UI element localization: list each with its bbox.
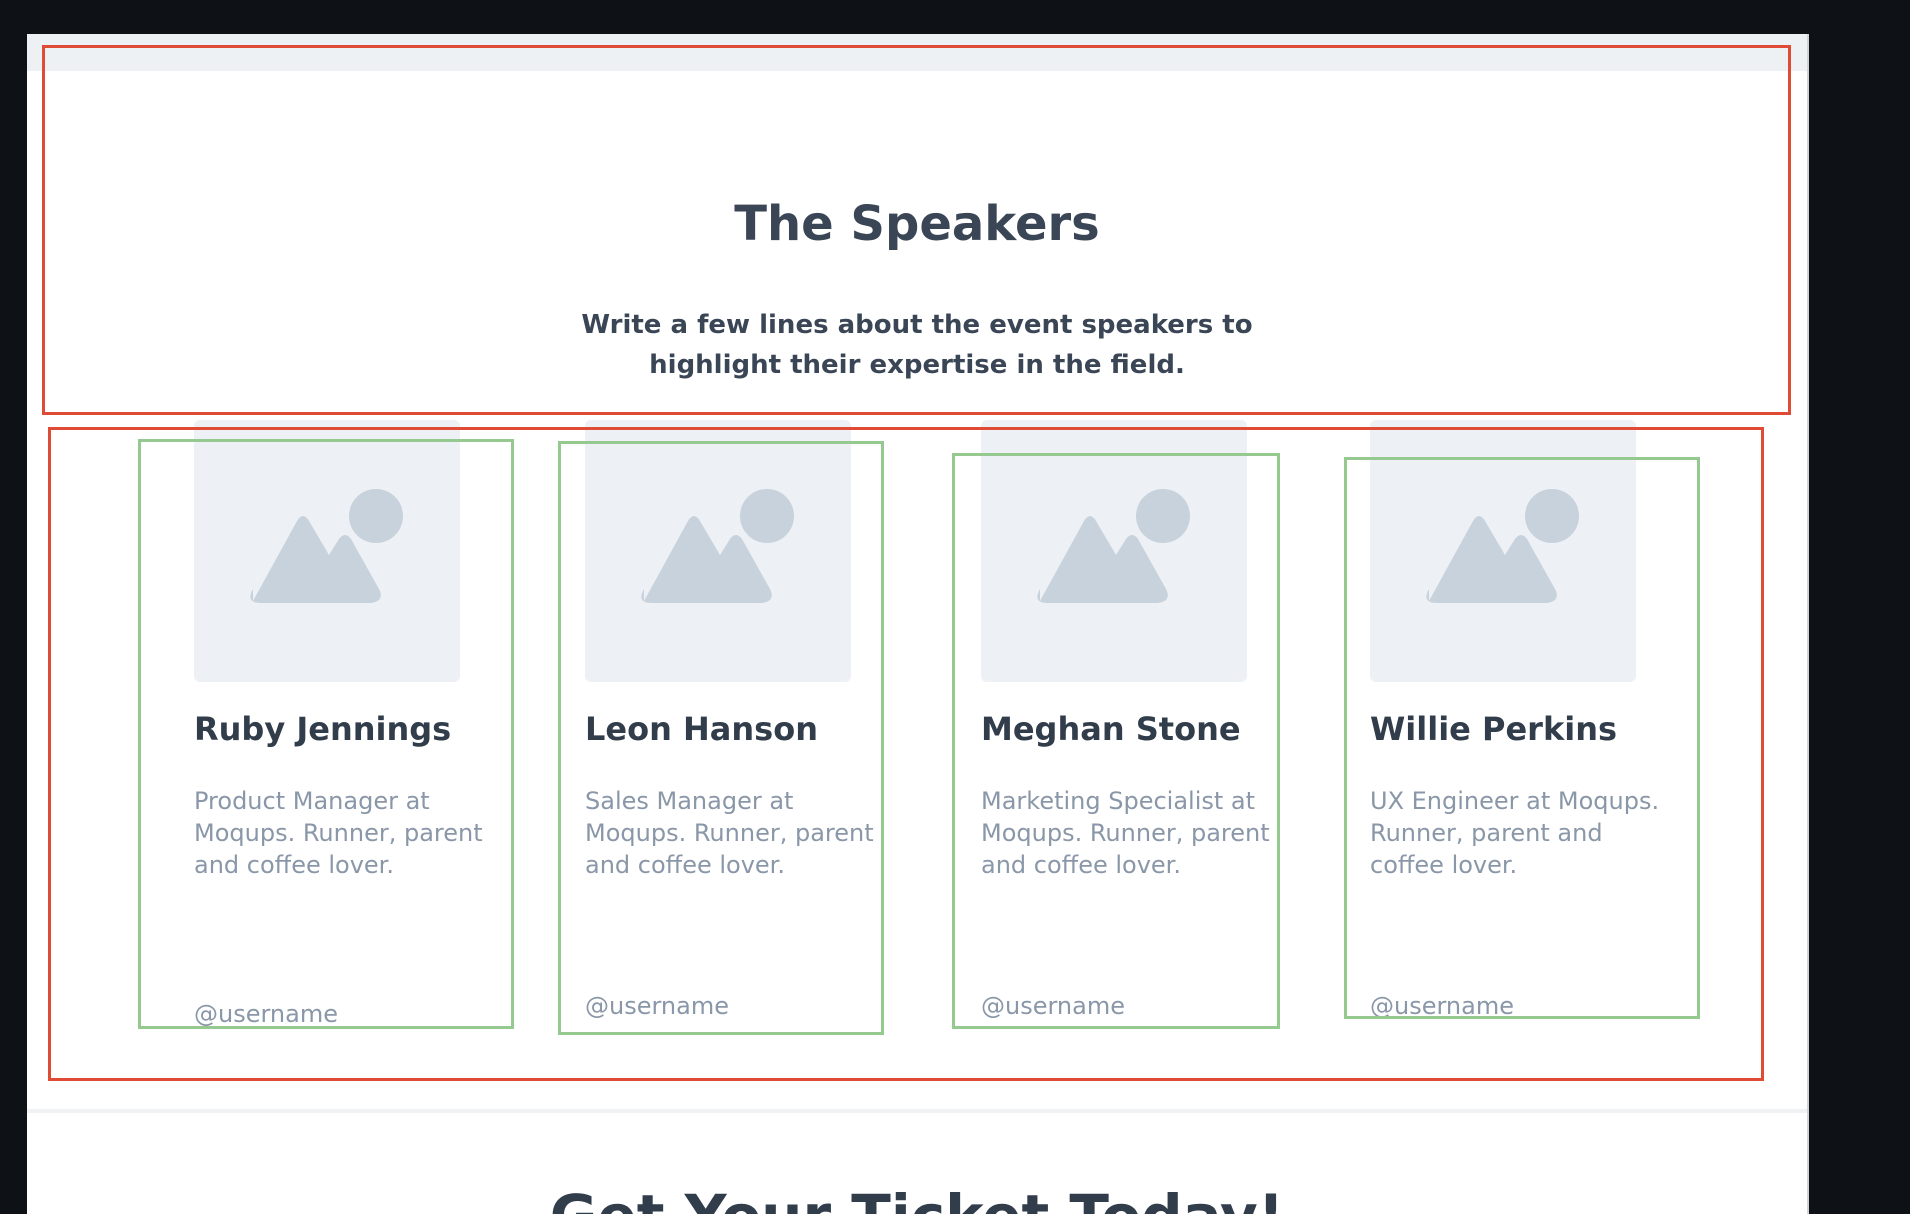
speaker-photo (585, 420, 851, 682)
speaker-username[interactable]: @username (194, 1000, 338, 1028)
speaker-photo (1370, 420, 1636, 682)
image-placeholder-icon (641, 489, 794, 603)
speaker-username[interactable]: @username (981, 992, 1125, 1020)
next-section-title: Get Your Ticket Today! (27, 1182, 1807, 1214)
speaker-name: Willie Perkins (1370, 710, 1618, 748)
page-edge (1807, 34, 1809, 1214)
page-title: The Speakers (734, 196, 1100, 252)
speaker-name: Leon Hanson (585, 710, 818, 748)
speaker-name: Ruby Jennings (194, 710, 452, 748)
speaker-description: Marketing Specialist at Moqups. Runner, … (981, 787, 1270, 879)
speaker-name: Meghan Stone (981, 710, 1241, 748)
top-strip (27, 34, 1807, 71)
speaker-description: Product Manager at Moqups. Runner, paren… (194, 787, 483, 879)
image-placeholder-icon (1037, 489, 1190, 603)
section-divider (27, 1109, 1807, 1113)
speaker-photo (194, 420, 460, 682)
section-subtitle: Write a few lines about the event speake… (581, 310, 1253, 380)
page: The Speakers Write a few lines about the… (27, 34, 1807, 1214)
speaker-username[interactable]: @username (1370, 992, 1514, 1020)
image-placeholder-icon (250, 489, 403, 603)
image-placeholder-icon (1426, 489, 1579, 603)
speaker-description: UX Engineer at Moqups. Runner, parent an… (1370, 787, 1660, 879)
speakers-header: The Speakers Write a few lines about the… (27, 71, 1807, 411)
speaker-photo (981, 420, 1247, 682)
speaker-description: Sales Manager at Moqups. Runner, parent … (585, 787, 874, 879)
speaker-username[interactable]: @username (585, 992, 729, 1020)
